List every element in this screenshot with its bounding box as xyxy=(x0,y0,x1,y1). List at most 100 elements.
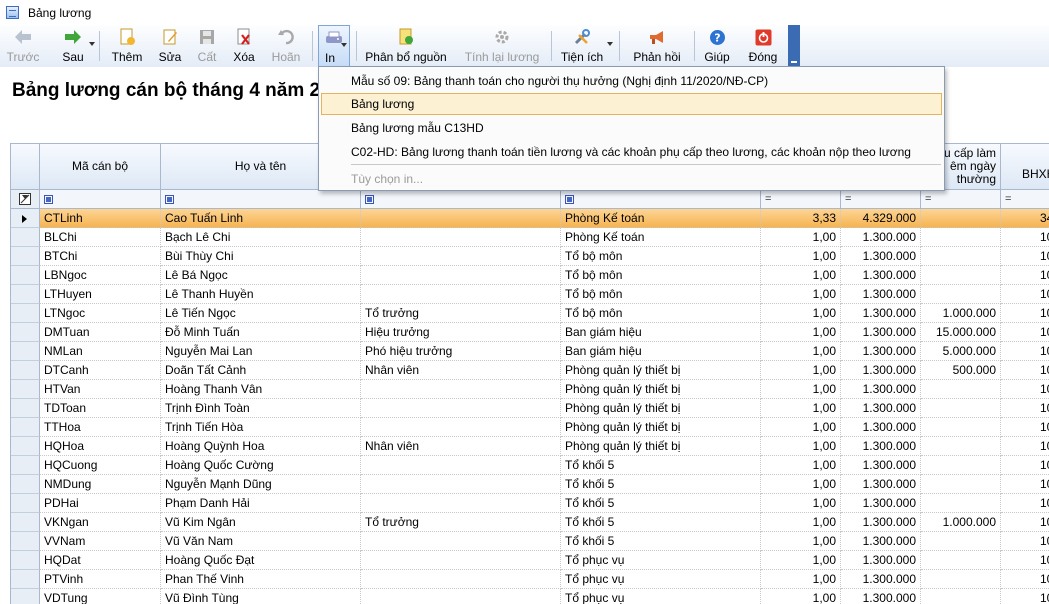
cell-code[interactable]: VKNgan xyxy=(40,513,161,532)
cell-salary[interactable]: 1.300.000 xyxy=(841,247,921,266)
cell-department[interactable]: Tổ bộ môn xyxy=(561,266,761,285)
row-indicator[interactable] xyxy=(11,418,40,437)
row-indicator[interactable] xyxy=(11,437,40,456)
row-indicator[interactable] xyxy=(11,266,40,285)
cell-position[interactable]: Tổ trưởng xyxy=(361,304,561,323)
cell-coefficient[interactable]: 1,00 xyxy=(761,494,841,513)
cell-position[interactable]: Hiệu trưởng xyxy=(361,323,561,342)
cell-code[interactable]: HTVan xyxy=(40,380,161,399)
filter-operator-icon[interactable] xyxy=(565,194,574,204)
row-indicator[interactable] xyxy=(11,342,40,361)
cell-salary[interactable]: 1.300.000 xyxy=(841,323,921,342)
table-row[interactable]: HQCuong Hoàng Quốc Cường Tổ khối 5 1,00 1.30… xyxy=(11,456,1049,475)
cell-bhxh[interactable]: 104 xyxy=(1001,228,1049,247)
close-button[interactable]: Đóng xyxy=(746,25,780,67)
cell-allowance[interactable] xyxy=(921,380,1001,399)
cell-department[interactable]: Phòng quản lý thiết bị xyxy=(561,361,761,380)
cell-position[interactable]: Phó hiệu trưởng xyxy=(361,342,561,361)
cell-position[interactable] xyxy=(361,380,561,399)
table-row[interactable]: NMLan Nguyễn Mai Lan Phó hiệu trưởng Ban gi… xyxy=(11,342,1049,361)
cell-salary[interactable]: 1.300.000 xyxy=(841,399,921,418)
cell-position[interactable] xyxy=(361,494,561,513)
cell-allowance[interactable]: 15.000.000 xyxy=(921,323,1001,342)
row-indicator[interactable] xyxy=(11,532,40,551)
cell-salary[interactable]: 1.300.000 xyxy=(841,532,921,551)
cell-code[interactable]: HQCuong xyxy=(40,456,161,475)
filter-clear-button[interactable] xyxy=(11,190,40,209)
row-indicator[interactable] xyxy=(11,513,40,532)
cell-code[interactable]: TTHoa xyxy=(40,418,161,437)
cell-bhxh[interactable]: 104 xyxy=(1001,494,1049,513)
cell-salary[interactable]: 1.300.000 xyxy=(841,475,921,494)
table-row[interactable]: PTVinh Phan Thế Vinh Tổ phục vụ 1,00 1.300.0… xyxy=(11,570,1049,589)
cell-coefficient[interactable]: 1,00 xyxy=(761,437,841,456)
cell-coefficient[interactable]: 1,00 xyxy=(761,304,841,323)
row-indicator[interactable] xyxy=(11,570,40,589)
cell-allowance[interactable] xyxy=(921,247,1001,266)
table-row[interactable]: BTChi Bùi Thùy Chi Tổ bộ môn 1,00 1.300.000 1… xyxy=(11,247,1049,266)
cell-name[interactable]: Vũ Kim Ngân xyxy=(161,513,361,532)
cell-salary[interactable]: 1.300.000 xyxy=(841,304,921,323)
cell-code[interactable]: LTNgoc xyxy=(40,304,161,323)
row-indicator[interactable] xyxy=(11,456,40,475)
cell-department[interactable]: Tổ phục vụ xyxy=(561,589,761,604)
cell-coefficient[interactable]: 1,00 xyxy=(761,247,841,266)
cell-bhxh[interactable]: 104 xyxy=(1001,513,1049,532)
cell-salary[interactable]: 1.300.000 xyxy=(841,570,921,589)
back-button[interactable]: Trước xyxy=(6,25,40,67)
cell-department[interactable]: Phòng quản lý thiết bị xyxy=(561,399,761,418)
cell-allowance[interactable] xyxy=(921,456,1001,475)
cell-salary[interactable]: 1.300.000 xyxy=(841,380,921,399)
cell-name[interactable]: Trịnh Tiến Hòa xyxy=(161,418,361,437)
filter-department[interactable] xyxy=(561,190,761,209)
table-row[interactable]: VDTung Vũ Đình Tùng Tổ phục vụ 1,00 1.300.00… xyxy=(11,589,1049,604)
cell-department[interactable]: Tổ khối 5 xyxy=(561,513,761,532)
row-indicator[interactable] xyxy=(11,399,40,418)
cell-department[interactable]: Ban giám hiệu xyxy=(561,323,761,342)
filter-equals-icon[interactable]: = xyxy=(1005,193,1011,205)
cell-bhxh[interactable]: 104 xyxy=(1001,304,1049,323)
recalculate-salary-button[interactable]: Tính lại lương xyxy=(462,25,542,67)
utility-dropdown-icon[interactable] xyxy=(607,42,613,46)
cell-department[interactable]: Phòng Kế toán xyxy=(561,209,761,228)
menu-item-payroll-c13hd[interactable]: Bảng lương mẫu C13HD xyxy=(321,117,942,139)
cell-coefficient[interactable]: 3,33 xyxy=(761,209,841,228)
cell-allowance[interactable]: 1.000.000 xyxy=(921,304,1001,323)
menu-item-payroll[interactable]: Bảng lương xyxy=(321,93,942,115)
save-button[interactable]: Cất xyxy=(194,25,220,67)
table-row[interactable]: HQDat Hoàng Quốc Đạt Tổ phục vụ 1,00 1.300.0… xyxy=(11,551,1049,570)
cell-name[interactable]: Trịnh Đình Toàn xyxy=(161,399,361,418)
cell-bhxh[interactable]: 104 xyxy=(1001,475,1049,494)
cell-coefficient[interactable]: 1,00 xyxy=(761,418,841,437)
menu-item-form-09[interactable]: Mẫu số 09: Bảng thanh toán cho người thụ… xyxy=(321,70,942,92)
table-row[interactable]: DMTuan Đỗ Minh Tuấn Hiệu trưởng Ban giám hi… xyxy=(11,323,1049,342)
cell-coefficient[interactable]: 1,00 xyxy=(761,266,841,285)
cell-code[interactable]: PDHai xyxy=(40,494,161,513)
menu-item-c02-hd[interactable]: C02-HD: Bảng lương thanh toán tiền lương… xyxy=(321,141,942,163)
cell-coefficient[interactable]: 1,00 xyxy=(761,323,841,342)
cell-code[interactable]: BTChi xyxy=(40,247,161,266)
cell-coefficient[interactable]: 1,00 xyxy=(761,551,841,570)
allocate-source-button[interactable]: Phân bổ nguồn xyxy=(362,25,450,67)
cell-allowance[interactable] xyxy=(921,532,1001,551)
print-button[interactable]: In xyxy=(318,25,350,67)
cell-code[interactable]: LBNgoc xyxy=(40,266,161,285)
table-row[interactable]: HTVan Hoàng Thanh Vân Phòng quản lý thiết … xyxy=(11,380,1049,399)
row-indicator[interactable] xyxy=(11,209,40,228)
cell-position[interactable] xyxy=(361,456,561,475)
toolbar-overflow-button[interactable] xyxy=(788,25,800,67)
cell-bhxh[interactable]: 104 xyxy=(1001,551,1049,570)
cell-allowance[interactable]: 5.000.000 xyxy=(921,342,1001,361)
filter-operator-icon[interactable] xyxy=(165,194,174,204)
cell-coefficient[interactable]: 1,00 xyxy=(761,456,841,475)
cell-department[interactable]: Tổ khối 5 xyxy=(561,494,761,513)
cell-salary[interactable]: 1.300.000 xyxy=(841,437,921,456)
cell-coefficient[interactable]: 1,00 xyxy=(761,228,841,247)
next-button[interactable]: Sau xyxy=(58,25,88,67)
cell-coefficient[interactable]: 1,00 xyxy=(761,589,841,604)
cell-bhxh[interactable]: 104 xyxy=(1001,589,1049,604)
cell-bhxh[interactable]: 104 xyxy=(1001,399,1049,418)
cell-bhxh[interactable]: 104 xyxy=(1001,570,1049,589)
cell-name[interactable]: Hoàng Quốc Đạt xyxy=(161,551,361,570)
cell-allowance[interactable] xyxy=(921,437,1001,456)
